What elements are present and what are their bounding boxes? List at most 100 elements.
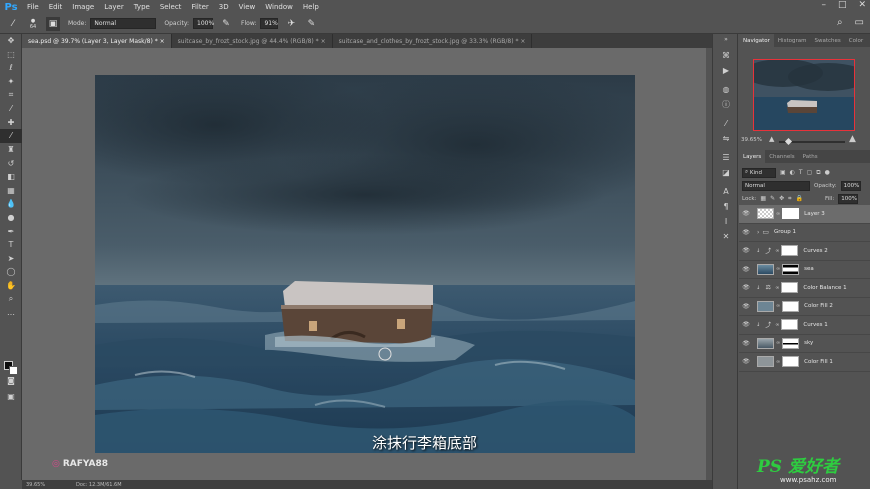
gradient-tool-icon[interactable]: ▦: [0, 184, 22, 198]
dodge-tool-icon[interactable]: ●: [0, 211, 22, 225]
close-icon[interactable]: ×: [520, 38, 525, 45]
canvas-area[interactable]: ◎ RAFYA88 涂抹行李箱底部: [22, 48, 706, 480]
tab-navigator[interactable]: Navigator: [739, 34, 774, 47]
brush-tool-icon[interactable]: ⁄: [0, 129, 22, 143]
layer-row[interactable]: 👁 ∞ sky: [739, 335, 870, 353]
screen-mode-icon[interactable]: ▣: [0, 390, 22, 404]
mode-select[interactable]: Normal: [90, 18, 157, 29]
menu-filter[interactable]: Filter: [186, 3, 213, 11]
layer-mask-thumbnail[interactable]: [781, 319, 799, 331]
pressure-size-icon[interactable]: ✎: [304, 17, 318, 31]
crop-tool-icon[interactable]: ⌗: [0, 88, 22, 102]
layer-mask-thumbnail[interactable]: [782, 300, 800, 312]
flow-input[interactable]: 91%: [260, 18, 279, 29]
brush-panel-toggle-icon[interactable]: ▣: [46, 16, 60, 31]
properties-icon[interactable]: ☰: [713, 150, 739, 165]
layer-row[interactable]: 👁 › ▭ Group 1: [739, 224, 870, 242]
navigator-thumbnail[interactable]: [753, 59, 855, 131]
layer-thumbnail[interactable]: [757, 300, 774, 312]
tab-histogram[interactable]: Histogram: [774, 34, 811, 47]
lock-image-icon[interactable]: ✎: [770, 195, 775, 202]
color-balance-icon[interactable]: ⚖: [763, 283, 773, 293]
curves-icon[interactable]: ⤴: [763, 246, 773, 256]
visibility-eye-icon[interactable]: 👁: [739, 358, 753, 365]
menu-edit[interactable]: Edit: [44, 3, 68, 11]
brush-settings-icon[interactable]: ⁄: [713, 116, 739, 131]
menu-help[interactable]: Help: [298, 3, 324, 11]
zoom-out-icon[interactable]: ▲: [769, 135, 774, 143]
paragraph-icon[interactable]: ¶: [713, 199, 739, 214]
navigator-zoom-slider[interactable]: [779, 137, 845, 146]
zoom-tool-icon[interactable]: ⌕: [0, 292, 22, 306]
lock-position-icon[interactable]: ✥: [779, 195, 784, 202]
more-tools-icon[interactable]: …: [0, 306, 22, 320]
glyphs-icon[interactable]: Ⅰ: [713, 214, 739, 229]
tab-channels[interactable]: Channels: [765, 150, 798, 163]
menu-image[interactable]: Image: [67, 3, 99, 11]
layer-mask-thumbnail[interactable]: [782, 263, 800, 275]
lock-all-icon[interactable]: 🔒: [796, 195, 803, 202]
layer-row[interactable]: 👁 ∞ Color Fill 1: [739, 353, 870, 372]
lock-transparent-icon[interactable]: ▦: [760, 195, 766, 202]
menu-view[interactable]: View: [234, 3, 261, 11]
filter-shape-icon[interactable]: ▢: [807, 169, 813, 176]
menu-type[interactable]: Type: [129, 3, 155, 11]
layer-name[interactable]: sea: [804, 266, 814, 272]
layer-row[interactable]: 👁 ∞ Color Fill 2: [739, 298, 870, 316]
search-icon[interactable]: ⌕: [837, 17, 843, 28]
layer-mask-thumbnail[interactable]: [782, 208, 800, 220]
layer-mask-thumbnail[interactable]: [782, 337, 800, 349]
layer-kind-filter[interactable]: ⌕ Kind: [742, 167, 776, 178]
layer-name[interactable]: Group 1: [774, 229, 796, 235]
navigator-view-frame[interactable]: [753, 59, 855, 131]
hand-tool-icon[interactable]: ✋: [0, 279, 22, 293]
tab-sea-psd[interactable]: sea.psd @ 39.7% (Layer 3, Layer Mask/8) …: [22, 34, 172, 48]
tool-presets-icon[interactable]: ✕: [713, 229, 739, 244]
layer-row[interactable]: 👁 ↓ ⤴ ∞ Curves 2: [739, 242, 870, 261]
close-icon[interactable]: ✕: [858, 0, 866, 10]
minimize-icon[interactable]: –: [821, 0, 826, 10]
pressure-opacity-icon[interactable]: ✎: [219, 17, 233, 31]
close-icon[interactable]: ×: [321, 38, 326, 45]
filter-pixel-icon[interactable]: ▣: [780, 169, 786, 176]
history-icon[interactable]: ⌘: [713, 48, 739, 63]
status-zoom[interactable]: 39.65%: [22, 482, 62, 488]
visibility-eye-icon[interactable]: 👁: [739, 247, 753, 254]
filter-type-icon[interactable]: T: [799, 169, 803, 176]
character-icon[interactable]: A: [713, 184, 739, 199]
menu-select[interactable]: Select: [155, 3, 187, 11]
layer-mask-thumbnail[interactable]: [782, 356, 800, 368]
expand-arrow-icon[interactable]: ›: [757, 229, 759, 236]
eraser-tool-icon[interactable]: ◧: [0, 170, 22, 184]
tab-layers[interactable]: Layers: [739, 150, 766, 163]
visibility-eye-icon[interactable]: 👁: [739, 321, 753, 328]
path-selection-tool-icon[interactable]: ➤: [0, 252, 22, 266]
layer-thumbnail[interactable]: [757, 337, 774, 349]
play-actions-icon[interactable]: ▶: [713, 63, 739, 78]
quick-select-tool-icon[interactable]: ✦: [0, 75, 22, 89]
healing-brush-tool-icon[interactable]: ✚: [0, 116, 22, 130]
layer-name[interactable]: Color Fill 2: [804, 303, 833, 309]
brush-tool-icon[interactable]: ⁄: [6, 17, 20, 31]
move-tool-icon[interactable]: ✥: [0, 34, 22, 48]
menu-3d[interactable]: 3D: [214, 3, 234, 11]
layer-mask-thumbnail[interactable]: [781, 282, 799, 294]
layer-opacity-input[interactable]: 100%: [840, 180, 861, 191]
tab-paths[interactable]: Paths: [799, 150, 822, 163]
info-icon[interactable]: ⓘ: [713, 97, 739, 112]
document-image[interactable]: [95, 75, 635, 453]
ellipse-tool-icon[interactable]: ◯: [0, 265, 22, 279]
filter-toggle-icon[interactable]: ●: [825, 169, 830, 176]
eyedropper-tool-icon[interactable]: ⁄: [0, 102, 22, 116]
layer-name[interactable]: sky: [804, 340, 813, 346]
lasso-tool-icon[interactable]: ℓ: [0, 61, 22, 75]
styles-icon[interactable]: ◪: [713, 165, 739, 180]
type-tool-icon[interactable]: T: [0, 238, 22, 252]
visibility-eye-icon[interactable]: 👁: [739, 266, 753, 273]
layer-name[interactable]: Layer 3: [804, 211, 825, 217]
adjustments-icon[interactable]: ⇋: [713, 131, 739, 146]
layer-mask-thumbnail[interactable]: [781, 245, 799, 257]
blend-mode-select[interactable]: Normal: [742, 180, 810, 191]
close-icon[interactable]: ×: [160, 38, 165, 45]
layer-row[interactable]: 👁 ↓ ⤴ ∞ Curves 1: [739, 316, 870, 335]
